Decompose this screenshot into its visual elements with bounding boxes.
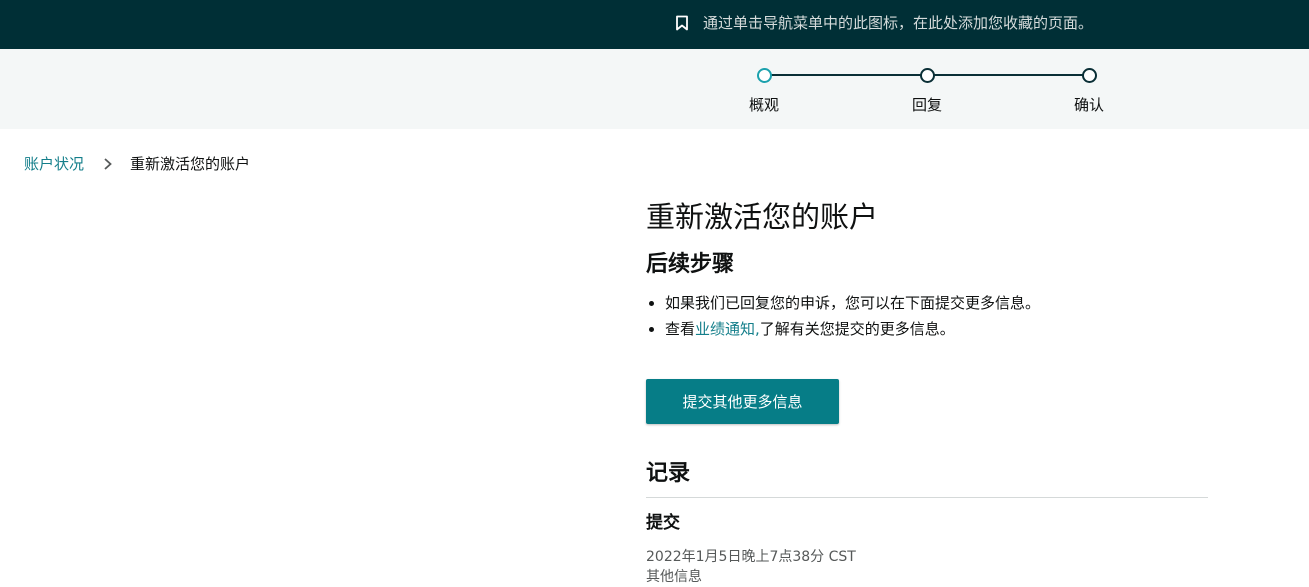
step-text-suffix: 了解有关您提交的更多信息。 xyxy=(759,320,955,338)
step-dot-reply xyxy=(920,68,935,83)
progress-stepper: 概观 回复 确认 xyxy=(0,49,1309,129)
step-connector xyxy=(934,74,1083,76)
breadcrumb-account-health-link[interactable]: 账户状况 xyxy=(24,153,84,174)
history-entry-detail: 其他信息 xyxy=(646,569,702,585)
chevron-right-icon xyxy=(104,157,112,170)
submit-more-info-button[interactable]: 提交其他更多信息 xyxy=(646,379,839,424)
list-item: 查看业绩通知,了解有关您提交的更多信息。 xyxy=(646,316,1208,342)
step-label-confirm: 确认 xyxy=(1073,96,1104,114)
breadcrumb-current: 重新激活您的账户 xyxy=(130,155,251,173)
list-item: 如果我们已回复您的申诉，您可以在下面提交更多信息。 xyxy=(646,290,1208,316)
top-banner: 通过单击导航菜单中的此图标，在此处添加您收藏的页面。 xyxy=(0,0,1309,49)
bookmark-icon xyxy=(676,15,688,30)
step-text: 如果我们已回复您的申诉，您可以在下面提交更多信息。 xyxy=(665,294,1041,312)
favorites-hint-text: 通过单击导航菜单中的此图标，在此处添加您收藏的页面。 xyxy=(703,14,1094,32)
main-content: 重新激活您的账户 后续步骤 如果我们已回复您的申诉，您可以在下面提交更多信息。 … xyxy=(646,196,1208,587)
step-text-prefix: 查看 xyxy=(665,320,696,338)
step-label-reply: 回复 xyxy=(911,96,942,114)
favorites-hint: 通过单击导航菜单中的此图标，在此处添加您收藏的页面。 xyxy=(675,0,1093,45)
history-entry-title: 提交 xyxy=(646,513,680,533)
step-label-overview: 概观 xyxy=(748,96,779,114)
next-steps-heading: 后续步骤 xyxy=(646,252,735,277)
next-steps-list: 如果我们已回复您的申诉，您可以在下面提交更多信息。 查看业绩通知,了解有关您提交… xyxy=(646,290,1208,342)
performance-notifications-link[interactable]: 业绩通知, xyxy=(695,320,760,338)
step-dot-confirm xyxy=(1082,68,1097,83)
history-entry-timestamp: 2022年1月5日晚上7点38分 CST xyxy=(646,549,856,565)
step-dot-overview xyxy=(757,68,772,83)
breadcrumb: 账户状况 重新激活您的账户 xyxy=(24,153,250,174)
history-heading: 记录 xyxy=(646,458,1208,498)
page-title: 重新激活您的账户 xyxy=(646,200,879,234)
step-connector xyxy=(771,74,921,76)
